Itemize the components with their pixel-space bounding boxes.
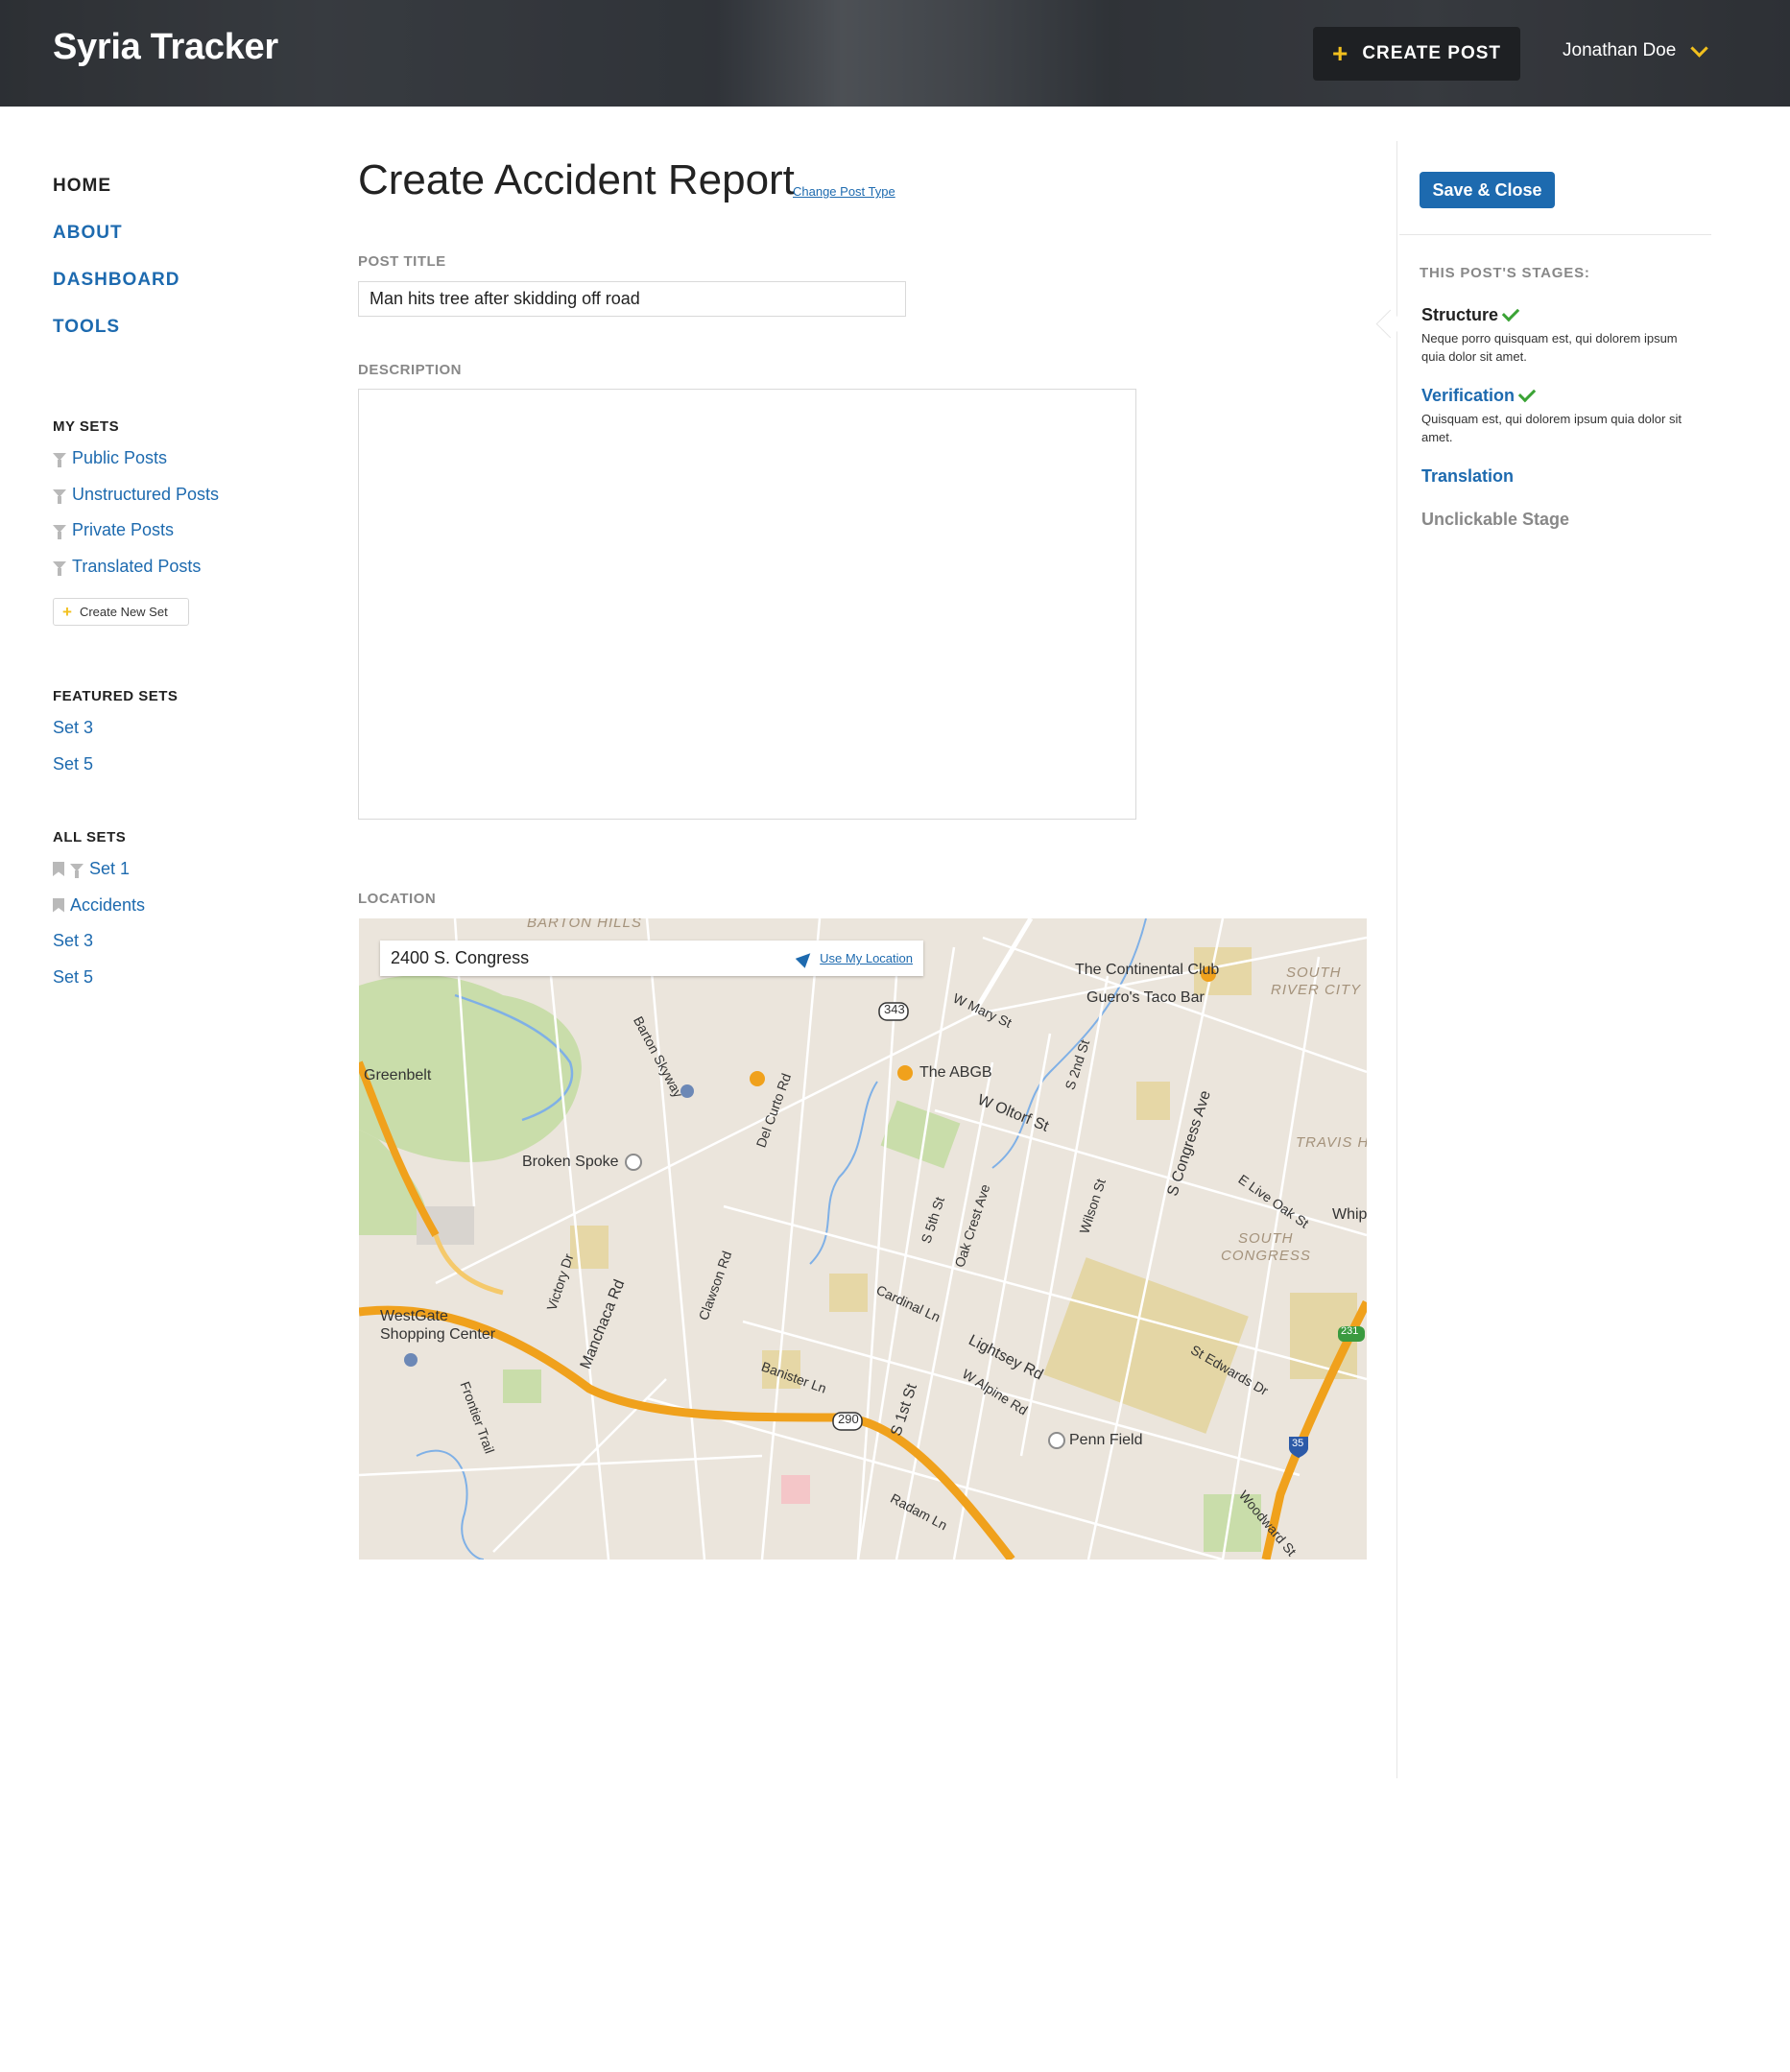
filter-icon xyxy=(53,453,66,467)
set-item-private-posts[interactable]: Private Posts xyxy=(53,520,219,557)
stage-verification[interactable]: Verification Quisquam est, qui dolorem i… xyxy=(1421,384,1700,446)
set-item-label: Public Posts xyxy=(72,448,168,467)
location-input[interactable]: 2400 S. Congress xyxy=(391,948,799,968)
set-item-label: Set 1 xyxy=(89,859,131,878)
main-nav: HOME ABOUT DASHBOARD TOOLS xyxy=(53,176,180,364)
location-map[interactable]: BARTON HILLS The Continental Club Guero'… xyxy=(359,918,1367,1560)
post-title-label: POST TITLE xyxy=(358,253,446,270)
set-item-accidents[interactable]: Accidents xyxy=(53,895,145,932)
post-title-input[interactable] xyxy=(358,281,906,317)
stage-name: Structure xyxy=(1421,305,1499,324)
bookmark-icon xyxy=(53,862,64,876)
nav-about[interactable]: ABOUT xyxy=(53,223,180,270)
featured-sets-title: FEATURED SETS xyxy=(53,688,179,704)
map-label: Guero's Taco Bar xyxy=(1086,989,1205,1006)
plus-icon: + xyxy=(62,603,72,621)
plus-icon: + xyxy=(1331,38,1349,68)
all-sets-title: ALL SETS xyxy=(53,829,127,845)
check-icon xyxy=(1501,303,1520,322)
my-sets-title: MY SETS xyxy=(53,418,120,435)
page-title: Create Accident Report xyxy=(358,156,795,203)
create-new-set-button[interactable]: + Create New Set xyxy=(53,598,189,626)
check-icon xyxy=(1517,384,1537,403)
set-item-set-3[interactable]: Set 3 xyxy=(53,718,178,754)
map-label: RIVER CITY xyxy=(1271,982,1362,998)
nav-tools[interactable]: TOOLS xyxy=(53,317,180,364)
chevron-down-icon xyxy=(1690,38,1709,58)
set-item-translated-posts[interactable]: Translated Posts xyxy=(53,557,219,593)
set-item-label: Private Posts xyxy=(72,520,175,539)
all-sets-section: ALL SETS Set 1 Accidents Set 3 Set 5 xyxy=(53,829,145,1003)
highway-shield: 35 xyxy=(1292,1438,1304,1449)
stage-translation[interactable]: Translation xyxy=(1421,466,1700,487)
map-label: BARTON HILLS xyxy=(527,918,642,931)
stage-name: Verification xyxy=(1421,386,1516,405)
create-new-set-label: Create New Set xyxy=(79,605,168,619)
map-label: Broken Spoke xyxy=(522,1154,619,1170)
right-panel-divider xyxy=(1396,141,1397,1778)
active-stage-pointer xyxy=(1375,309,1405,339)
set-item-set-5[interactable]: Set 5 xyxy=(53,754,178,791)
filter-icon xyxy=(53,525,66,539)
map-label: WestGate xyxy=(380,1308,448,1324)
create-post-label: CREATE POST xyxy=(1362,43,1502,63)
location-label: LOCATION xyxy=(358,891,437,907)
stage-name: Translation xyxy=(1421,466,1515,486)
nav-home[interactable]: HOME xyxy=(53,176,180,223)
set-item-label: Unstructured Posts xyxy=(72,484,220,504)
change-post-type-link[interactable]: Change Post Type xyxy=(793,184,895,199)
description-label: DESCRIPTION xyxy=(358,362,463,378)
map-label: The ABGB xyxy=(919,1064,992,1081)
stage-name: Unclickable Stage xyxy=(1421,510,1570,529)
map-label: Shopping Center xyxy=(380,1326,496,1343)
set-item-public-posts[interactable]: Public Posts xyxy=(53,448,219,485)
user-menu[interactable]: Jonathan Doe xyxy=(1563,38,1709,61)
map-label: TRAVIS H xyxy=(1296,1134,1367,1151)
set-item-set-3[interactable]: Set 3 xyxy=(53,931,145,967)
stage-unclickable: Unclickable Stage xyxy=(1421,510,1700,530)
stage-description: Neque porro quisquam est, qui dolorem ip… xyxy=(1421,331,1678,364)
set-item-unstructured-posts[interactable]: Unstructured Posts xyxy=(53,485,219,521)
map-label: SOUTH xyxy=(1238,1230,1294,1247)
map-label: CONGRESS xyxy=(1221,1248,1311,1264)
map-label: Whip xyxy=(1332,1206,1367,1223)
filter-icon xyxy=(53,560,66,576)
stage-structure[interactable]: Structure Neque porro quisquam est, qui … xyxy=(1421,303,1700,366)
my-sets-section: MY SETS Public Posts Unstructured Posts … xyxy=(53,418,219,626)
set-item-set-1[interactable]: Set 1 xyxy=(53,859,145,895)
map-tiles xyxy=(359,918,1367,1560)
location-search: 2400 S. Congress Use My Location xyxy=(380,941,923,976)
map-label: Greenbelt xyxy=(364,1067,432,1084)
highway-shield: 231 xyxy=(1341,1325,1359,1337)
use-my-location-link[interactable]: Use My Location xyxy=(820,951,913,965)
set-item-set-5[interactable]: Set 5 xyxy=(53,967,145,1004)
description-textarea[interactable] xyxy=(358,389,1136,820)
user-name: Jonathan Doe xyxy=(1563,40,1677,60)
map-label: The Continental Club xyxy=(1075,962,1220,978)
bookmark-icon xyxy=(53,897,64,913)
stages-title: THIS POST'S STAGES: xyxy=(1420,265,1590,281)
set-item-label: Translated Posts xyxy=(72,556,202,576)
brand-logo[interactable]: Syria Tracker xyxy=(53,27,278,68)
app-header: Syria Tracker + CREATE POST Jonathan Doe xyxy=(0,0,1790,107)
panel-divider xyxy=(1399,234,1711,235)
create-post-button[interactable]: + CREATE POST xyxy=(1313,27,1520,81)
stage-description: Quisquam est, qui dolorem ipsum quia dol… xyxy=(1421,412,1682,444)
highway-shield: 290 xyxy=(838,1412,859,1426)
filter-icon xyxy=(53,488,66,504)
filter-icon xyxy=(70,864,84,878)
map-label: Penn Field xyxy=(1069,1432,1143,1448)
nav-dashboard[interactable]: DASHBOARD xyxy=(53,270,180,317)
featured-sets-section: FEATURED SETS Set 3 Set 5 xyxy=(53,688,178,790)
highway-shield: 343 xyxy=(884,1002,905,1016)
set-item-label: Accidents xyxy=(70,894,146,915)
save-close-button[interactable]: Save & Close xyxy=(1420,172,1555,208)
map-label: SOUTH xyxy=(1286,965,1342,981)
